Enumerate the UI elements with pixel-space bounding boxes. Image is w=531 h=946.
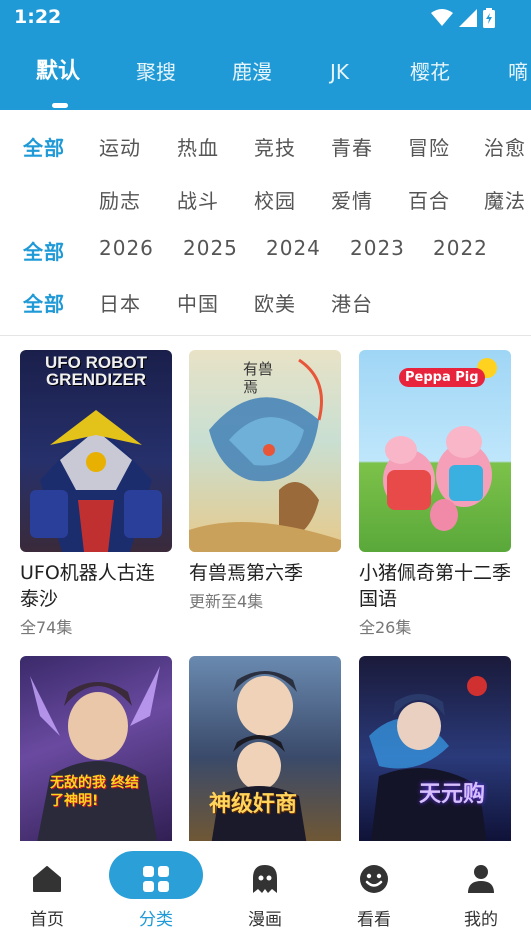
nav-category[interactable]: 分类 <box>109 851 203 941</box>
year-chip[interactable]: 2024 <box>266 236 321 260</box>
nav-label: 看看 <box>357 910 391 930</box>
year-chip[interactable]: 2026 <box>99 236 154 260</box>
bottom-navigation: 首页 分类 漫画 看看 我的 <box>0 841 531 946</box>
region-chip[interactable]: 中国 <box>177 288 219 317</box>
anime-cover: UFO ROBOT GRENDIZER <box>20 350 172 552</box>
grid-icon <box>136 859 176 899</box>
cover-title-text: 有兽焉 <box>243 360 274 396</box>
genre-chip[interactable]: 励志 <box>99 185 141 214</box>
anime-cover: 神级奸商 <box>189 656 341 841</box>
status-icons <box>431 8 495 28</box>
region-chip[interactable]: 港台 <box>331 288 373 317</box>
anime-card[interactable]: Peppa Pig 小猪佩奇第十二季国语 全26集 <box>359 350 511 638</box>
user-icon <box>461 859 501 899</box>
anime-card[interactable]: 神级奸商 <box>189 656 341 841</box>
nav-label: 漫画 <box>248 910 282 930</box>
tab-yinghua[interactable]: 樱花 <box>410 46 450 96</box>
anime-card[interactable]: 有兽焉 有兽焉第六季 更新至4集 <box>189 350 341 612</box>
region-all-chip[interactable]: 全部 <box>23 288 65 317</box>
anime-cover: 无敌的我 终结了神明! <box>20 656 172 841</box>
genre-chip[interactable]: 运动 <box>99 132 141 161</box>
genre-chip[interactable]: 治愈 <box>484 132 526 161</box>
tab-indicator <box>52 103 68 108</box>
tab-default[interactable]: 默认 <box>36 46 80 96</box>
wifi-icon <box>431 9 453 26</box>
genre-chip[interactable]: 青春 <box>331 132 373 161</box>
anime-card[interactable]: 无敌的我 终结了神明! <box>20 656 172 841</box>
ghost-icon <box>245 859 285 899</box>
anime-title: UFO机器人古连泰沙 <box>20 562 155 610</box>
year-chip[interactable]: 2023 <box>350 236 405 260</box>
genre-chip[interactable]: 竞技 <box>254 132 296 161</box>
genre-chip[interactable]: 百合 <box>408 185 450 214</box>
anime-title: 小猪佩奇第十二季国语 <box>359 562 512 610</box>
tab-jusou[interactable]: 聚搜 <box>136 46 176 96</box>
cover-title-text: 天元购 <box>419 782 486 807</box>
nav-watch[interactable]: 看看 <box>329 851 419 941</box>
nav-label: 首页 <box>30 910 64 930</box>
battery-icon <box>483 8 495 28</box>
nav-label: 我的 <box>464 910 498 930</box>
genre-chip[interactable]: 校园 <box>254 185 296 214</box>
genre-chip[interactable]: 爱情 <box>331 185 373 214</box>
cover-title-text: Peppa Pig <box>399 368 485 387</box>
genre-chip[interactable]: 战斗 <box>177 185 219 214</box>
anime-grid: UFO ROBOT GRENDIZER UFO机器人古连泰沙 全74集 有兽焉 … <box>0 336 531 841</box>
genre-chip[interactable]: 魔法 <box>484 185 526 214</box>
anime-cover: Peppa Pig <box>359 350 511 552</box>
anime-cover: 有兽焉 <box>189 350 341 552</box>
smile-icon <box>354 859 394 899</box>
filter-panel: 全部 运动 热血 竞技 青春 冒险 治愈 励志 战斗 校园 爱情 百合 魔法 全… <box>0 110 531 336</box>
anime-title: 有兽焉第六季 <box>189 562 304 584</box>
region-chip[interactable]: 日本 <box>99 288 141 317</box>
region-chip[interactable]: 欧美 <box>254 288 296 317</box>
nav-home[interactable]: 首页 <box>2 851 92 941</box>
nav-label: 分类 <box>139 910 173 930</box>
anime-episodes: 更新至4集 <box>189 592 264 611</box>
genre-chip[interactable]: 热血 <box>177 132 219 161</box>
cover-title-text: UFO ROBOT GRENDIZER <box>45 353 147 389</box>
year-chip[interactable]: 2025 <box>183 236 238 260</box>
tab-di[interactable]: 嘀 <box>508 46 528 96</box>
cover-title-text: 无敌的我 终结了神明! <box>50 775 139 809</box>
home-icon <box>27 859 67 899</box>
year-chip[interactable]: 2022 <box>433 236 488 260</box>
nav-comics[interactable]: 漫画 <box>220 851 310 941</box>
cover-title-text: 神级奸商 <box>209 792 298 817</box>
signal-icon <box>459 9 477 27</box>
anime-episodes: 全26集 <box>359 618 412 637</box>
year-all-chip[interactable]: 全部 <box>23 236 65 265</box>
status-bar: 1:22 <box>0 0 531 36</box>
anime-episodes: 全74集 <box>20 618 73 637</box>
tab-luman[interactable]: 鹿漫 <box>232 46 272 96</box>
anime-cover: 天元购 <box>359 656 511 841</box>
anime-card[interactable]: 天元购 <box>359 656 511 841</box>
genre-chip[interactable]: 冒险 <box>408 132 450 161</box>
nav-profile[interactable]: 我的 <box>436 851 526 941</box>
app-header: 1:22 默认 聚搜 鹿漫 JK 樱花 嘀 <box>0 0 531 110</box>
genre-all-chip[interactable]: 全部 <box>23 132 65 161</box>
anime-card[interactable]: UFO ROBOT GRENDIZER UFO机器人古连泰沙 全74集 <box>20 350 172 638</box>
tab-jk[interactable]: JK <box>330 46 349 96</box>
status-time: 1:22 <box>14 6 62 28</box>
